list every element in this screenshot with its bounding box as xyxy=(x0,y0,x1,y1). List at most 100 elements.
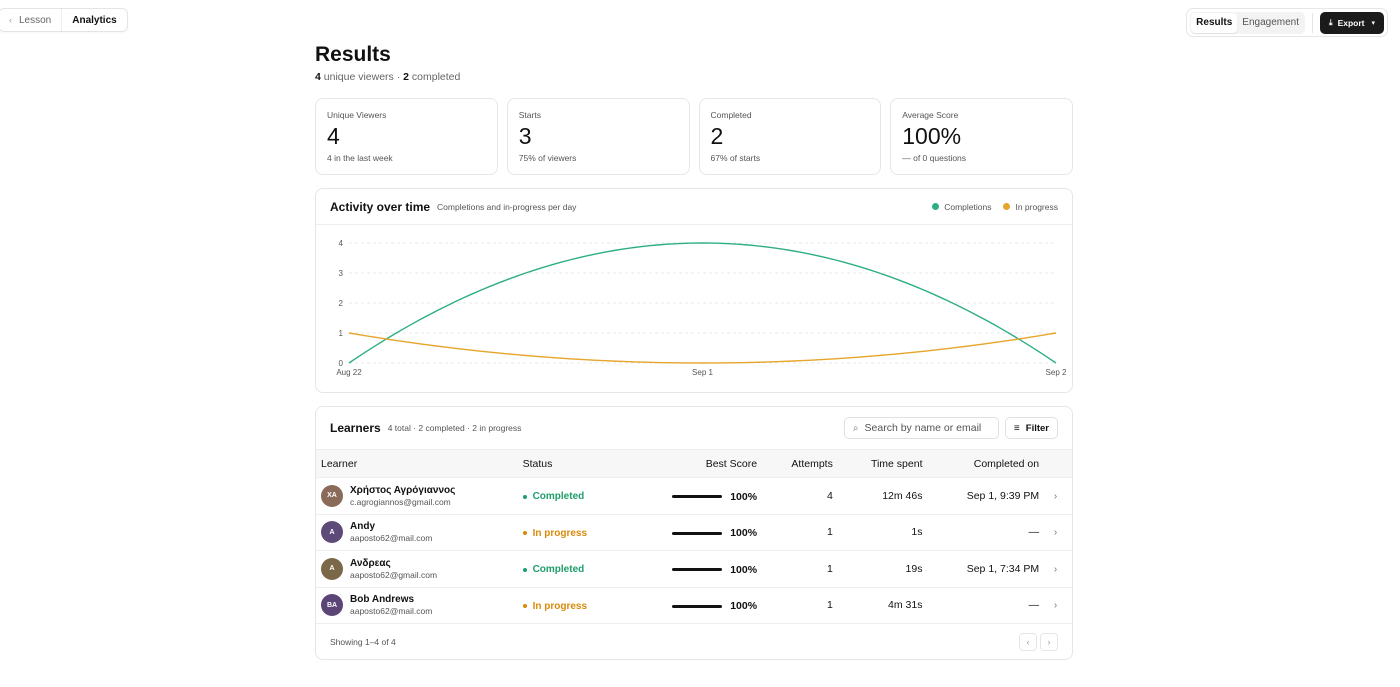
column-header-status[interactable]: Status xyxy=(522,449,638,478)
column-header-completed-on[interactable]: Completed on xyxy=(922,449,1040,478)
learners-summary: 4 total · 2 completed · 2 in progress xyxy=(387,423,522,433)
status-badge: In progress xyxy=(522,601,587,612)
learner-info: BA Bob Andrews aaposto62@mail.com xyxy=(321,593,523,617)
y-tick-label: 3 xyxy=(339,269,344,278)
status-cell: In progress xyxy=(522,514,638,551)
stat-subtext: 67% of starts xyxy=(710,153,761,163)
status-text: In progress xyxy=(532,527,588,539)
score-bar xyxy=(672,604,723,608)
export-button[interactable]: ⤓ Export ▾ xyxy=(1320,11,1384,34)
completed-on-cell: Sep 1, 7:34 PM xyxy=(922,550,1040,588)
column-header-time-spent[interactable]: Time spent xyxy=(832,449,923,478)
best-score-cell: 100% xyxy=(637,477,758,515)
attempts-cell: 1 xyxy=(757,550,833,588)
status-dot xyxy=(522,567,527,572)
column-header-actions xyxy=(1039,449,1072,478)
pagination-summary: Showing 1–4 of 4 xyxy=(330,637,396,647)
y-tick-label: 2 xyxy=(339,299,344,308)
table-footer: Showing 1–4 of 4 ‹ › xyxy=(316,624,1072,659)
filter-label: Filter xyxy=(1025,422,1049,434)
table-row[interactable]: XA Χρήστος Αγρόγιαννος c.agrogiannos@gmail… xyxy=(316,477,1072,515)
activity-description: Completions and in-progress per day xyxy=(437,201,577,212)
column-header-attempts[interactable]: Attempts xyxy=(757,449,833,478)
legend-item-in-progress: In progress xyxy=(1003,202,1058,212)
stat-subtext: 75% of viewers xyxy=(518,153,577,163)
view-controls: Results Engagement ⤓ Export ▾ xyxy=(1186,8,1388,37)
learner-text: Bob Andrews aaposto62@mail.com xyxy=(350,593,432,617)
y-tick-label: 0 xyxy=(339,359,344,368)
table-header-row: Learner Status Best Score Attempts Time … xyxy=(316,449,1072,478)
x-tick-label: Sep 2 xyxy=(1046,368,1067,377)
activity-header: Activity over time Completions and in-pr… xyxy=(316,189,1072,225)
score-display: 100% xyxy=(672,491,757,503)
learner-text: Ανδρεας aaposto62@gmail.com xyxy=(350,557,437,581)
row-action-cell[interactable]: › xyxy=(1039,514,1072,551)
pagination: ‹ › xyxy=(1019,633,1058,651)
chevron-right-icon: › xyxy=(1053,563,1058,575)
x-tick-label: Aug 22 xyxy=(336,368,362,377)
completed-on-cell: Sep 1, 9:39 PM xyxy=(922,477,1040,515)
attempts-cell: 1 xyxy=(757,587,833,624)
status-badge: Completed xyxy=(522,491,585,502)
stat-card-average-score: Average Score 100% — of 0 questions xyxy=(890,98,1073,175)
prev-page-button[interactable]: ‹ xyxy=(1019,633,1037,651)
legend-dot xyxy=(1003,203,1011,210)
next-page-button[interactable]: › xyxy=(1040,633,1058,651)
divider xyxy=(1312,12,1314,33)
best-score-cell: 100% xyxy=(637,550,758,588)
time-spent-cell: 19s xyxy=(832,550,923,588)
stat-subtext: — of 0 questions xyxy=(902,153,967,163)
time-spent-cell: 1s xyxy=(832,514,923,551)
back-to-lesson-link[interactable]: ‹ Lesson xyxy=(0,9,61,31)
chart-legend: Completions In progress xyxy=(920,202,1058,212)
filter-button[interactable]: ≡ Filter xyxy=(1004,417,1058,439)
table-row[interactable]: A Andy aaposto62@mail.com In progress 100% 1 1… xyxy=(316,514,1072,551)
page-title: Results xyxy=(315,43,391,66)
search-icon: ⌕ xyxy=(852,422,859,434)
learner-info: A Andy aaposto62@mail.com xyxy=(321,520,523,544)
row-action-cell[interactable]: › xyxy=(1039,587,1072,624)
status-cell: In progress xyxy=(522,587,638,624)
learner-info: A Ανδρεας aaposto62@gmail.com xyxy=(321,557,523,581)
status-dot xyxy=(522,494,527,499)
stat-label: Starts xyxy=(518,110,541,120)
learner-email: aaposto62@mail.com xyxy=(350,606,433,617)
row-action-cell[interactable]: › xyxy=(1039,477,1072,515)
learners-table: Learner Status Best Score Attempts Time … xyxy=(316,449,1072,624)
status-text: Completed xyxy=(532,491,585,502)
score-value: 100% xyxy=(730,563,758,576)
engagement-toggle-button[interactable]: Engagement xyxy=(1237,13,1304,33)
analytics-tab[interactable]: Analytics xyxy=(61,9,126,31)
search-box[interactable]: ⌕ xyxy=(843,417,999,439)
avatar: A xyxy=(321,521,343,544)
row-action-cell[interactable]: › xyxy=(1039,550,1072,588)
learner-cell: XA Χρήστος Αγρόγιαννος c.agrogiannos@gmail… xyxy=(316,477,523,515)
learners-panel: Learners 4 total · 2 completed · 2 in pr… xyxy=(315,406,1073,660)
column-header-best-score[interactable]: Best Score xyxy=(637,449,758,478)
stat-value: 100% xyxy=(902,123,962,149)
table-row[interactable]: A Ανδρεας aaposto62@gmail.com Completed 100%… xyxy=(316,550,1072,588)
y-tick-label: 1 xyxy=(339,329,344,338)
best-score-cell: 100% xyxy=(637,514,758,551)
column-header-learner[interactable]: Learner xyxy=(316,449,523,478)
table-row[interactable]: BA Bob Andrews aaposto62@mail.com In progre… xyxy=(316,587,1072,624)
attempts-cell: 4 xyxy=(757,477,833,515)
status-text: Completed xyxy=(532,564,585,575)
score-bar xyxy=(672,531,723,535)
chevron-down-icon: ▾ xyxy=(1371,19,1375,27)
activity-chart: 0 1 2 3 4 Aug 22 Sep 1 Sep 2 xyxy=(336,239,1067,377)
viewers-count: 4 xyxy=(315,71,321,83)
y-tick-label: 4 xyxy=(339,239,344,248)
score-value: 100% xyxy=(730,490,758,503)
learner-cell: BA Bob Andrews aaposto62@mail.com xyxy=(316,587,523,624)
breadcrumb: ‹ Lesson Analytics xyxy=(0,8,128,32)
learner-email: aaposto62@mail.com xyxy=(350,533,433,544)
results-toggle-button[interactable]: Results xyxy=(1191,12,1238,33)
legend-label: Completions xyxy=(944,201,992,212)
view-toggle: Results Engagement xyxy=(1190,11,1306,34)
attempts-cell: 1 xyxy=(757,514,833,551)
search-input[interactable] xyxy=(864,422,985,434)
legend-item-completions: Completions xyxy=(932,202,991,212)
avatar: BA xyxy=(321,594,343,617)
export-label: Export xyxy=(1337,17,1365,28)
